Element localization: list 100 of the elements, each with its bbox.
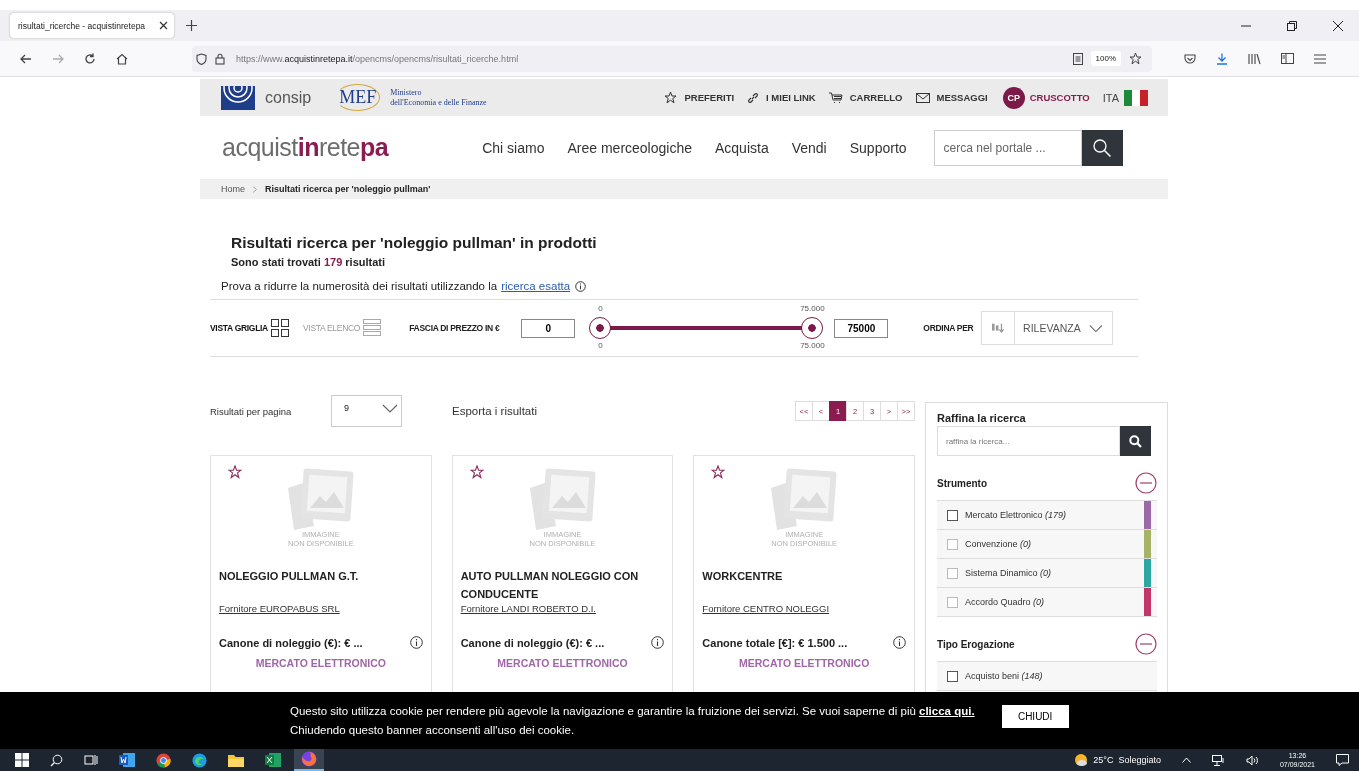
reader-view-icon[interactable]	[1072, 52, 1083, 65]
round-browser-icon[interactable]	[156, 752, 171, 768]
price-range-label: FASCIA DI PREZZO IN €	[409, 323, 500, 333]
language-selector[interactable]: ITA	[1102, 91, 1119, 104]
document-app-icon[interactable]	[119, 753, 135, 767]
exact-search-link[interactable]: ricerca esatta	[501, 280, 571, 292]
breadcrumb-link[interactable]: Risultati ricerca per 'noleggio pullman'	[265, 184, 431, 194]
fox-browser-icon	[301, 751, 317, 767]
nav-link[interactable]: Supporto	[849, 139, 907, 156]
results-per-page-dropdown[interactable]: 9	[331, 395, 402, 427]
close-icon[interactable]	[159, 21, 169, 30]
results-per-page-label: Risultati per pagina	[210, 405, 293, 417]
slider-label: 75.000	[800, 304, 825, 313]
menu-icon[interactable]	[1314, 53, 1326, 64]
header-link[interactable]: I MIEI LINK	[747, 91, 816, 104]
search-field[interactable]: cerca nel portale ...	[933, 129, 1082, 166]
nav-link[interactable]: Acquista	[715, 139, 769, 156]
filter-group-title: Tipo Erogazione	[937, 638, 1015, 650]
max-price-field[interactable]: 75000	[834, 318, 889, 338]
weather-text[interactable]: 25°C Soleggiato	[1093, 755, 1161, 765]
grid-icon	[270, 319, 289, 337]
header-link[interactable]: PREFERITI	[664, 91, 735, 104]
restore-icon[interactable]	[1287, 20, 1297, 31]
search-button[interactable]	[1081, 129, 1123, 166]
supplier-link[interactable]: Fornitore EUROPABUS SRL	[219, 603, 423, 614]
product-title[interactable]: NOLEGGIO PULLMAN G.T.	[219, 567, 423, 603]
close-banner-button[interactable]: CHIUDI	[1001, 705, 1069, 728]
chevron-up-icon[interactable]	[1181, 757, 1191, 763]
info-icon[interactable]	[893, 636, 906, 649]
bookmark-star-icon[interactable]	[1129, 52, 1142, 65]
checkbox[interactable]	[947, 509, 958, 521]
nav-link[interactable]: Vendi	[791, 139, 827, 156]
library-icon[interactable]	[1248, 52, 1261, 65]
separator-icon	[252, 185, 258, 193]
info-icon[interactable]	[651, 636, 665, 649]
filter-search-field[interactable]: raffina la ricerca...	[937, 426, 1120, 456]
info-icon[interactable]	[409, 636, 423, 649]
product-title[interactable]: WORKCENTRE	[702, 567, 906, 603]
notification-icon[interactable]	[1336, 754, 1349, 766]
sidebar-icon[interactable]	[1281, 53, 1294, 64]
export-results-link[interactable]: Esporta i risultati	[452, 405, 537, 417]
folder-icon[interactable]	[228, 753, 244, 767]
speaker-icon[interactable]	[1245, 754, 1259, 766]
favorite-star-icon[interactable]	[469, 465, 484, 479]
breadcrumb-link[interactable]: Home	[221, 184, 245, 194]
sort-label: ORDINA PER	[923, 323, 974, 333]
ministry-name: Ministero	[390, 87, 423, 98]
filter-option-label[interactable]: Mercato Elettronico (179)	[965, 510, 1137, 520]
header-link[interactable]: MESSAGGI	[915, 92, 988, 103]
browser-tab[interactable]: risultati_ricerche - acquistinretepa	[10, 13, 174, 38]
search-icon	[1092, 137, 1113, 158]
task-view-icon[interactable]	[84, 754, 98, 766]
collapse-icon[interactable]	[1135, 633, 1157, 655]
favorite-star-icon[interactable]	[228, 465, 242, 479]
supplier-link[interactable]: Fornitore CENTRO NOLEGGI	[702, 603, 906, 614]
download-icon[interactable]	[1216, 52, 1228, 65]
header-link[interactable]: CARRELLO	[828, 91, 903, 104]
more-info-link[interactable]: clicca qui.	[919, 704, 975, 717]
pocket-icon[interactable]	[1184, 52, 1196, 65]
windows-start-icon[interactable]	[15, 753, 29, 767]
list-icon	[363, 319, 382, 337]
new-tab-icon[interactable]	[186, 20, 197, 31]
favorite-star-icon[interactable]	[711, 465, 726, 479]
user-avatar[interactable]: CP	[1002, 86, 1025, 109]
slider-thumb[interactable]	[589, 317, 612, 339]
search-button[interactable]	[1120, 426, 1151, 456]
search-icon[interactable]	[50, 753, 63, 767]
product-title[interactable]: AUTO PULLMAN NOLEGGIO CON CONDUCENTE	[460, 567, 665, 603]
site-logo[interactable]: acquistinretepa	[222, 133, 389, 162]
reload-icon[interactable]	[84, 52, 96, 65]
wave-browser-icon[interactable]	[192, 752, 207, 768]
image-placeholder-icon	[527, 468, 598, 530]
back-arrow-icon[interactable]	[20, 52, 32, 65]
spreadsheet-app-icon[interactable]	[265, 753, 281, 767]
weather-sun-icon[interactable]	[1074, 753, 1089, 767]
price-text: Canone di noleggio (€): € ...	[460, 636, 605, 649]
cookie-notice-text: Questo sito utilizza cookie per rendere più agevole la navigazione e garantire la fruizione dei servizi. Se vuoi saperne di più clicca qui.	[290, 703, 975, 719]
home-icon[interactable]	[116, 52, 128, 65]
results-title: Risultati ricerca per 'noleggio pullman' in prodotti	[231, 234, 598, 252]
view-toggle[interactable]: VISTA GRIGLIA	[210, 319, 289, 337]
checkbox[interactable]	[947, 670, 958, 682]
zoom-level-button[interactable]: 100%	[1090, 51, 1121, 66]
tool-label: MERCATO ELETTRONICO	[738, 657, 871, 669]
filter-group-title: Strumento	[937, 477, 987, 489]
collapse-icon[interactable]	[1135, 472, 1157, 494]
nav-link[interactable]: Aree merceologiche	[567, 139, 692, 156]
sort-dropdown[interactable]: RILEVANZA	[981, 311, 1114, 345]
dashboard-link[interactable]: CRUSCOTTO	[1029, 92, 1090, 103]
running-app-button[interactable]	[294, 749, 324, 771]
network-icon[interactable]	[1211, 754, 1225, 766]
results-count-text: Sono stati trovati 179 risultati	[231, 256, 387, 268]
nav-link[interactable]: Chi siamo	[482, 139, 545, 156]
address-bar[interactable]: https://www.acquistinretepa.it/opencms/opencms/risultati_ricerche.html 100%	[192, 45, 1152, 72]
close-icon[interactable]	[1333, 20, 1343, 31]
supplier-link[interactable]: Fornitore LANDI ROBERTO D.I.	[460, 603, 665, 614]
min-price-field[interactable]: 0	[521, 318, 576, 338]
slider-thumb[interactable]	[801, 317, 824, 339]
flag-icon[interactable]	[1124, 89, 1148, 106]
hint-text: Prova a ridurre la numerosità dei risultati utilizzando la ricerca esatta	[221, 280, 1168, 292]
ministry-name: dell'Economia e delle Finanze	[390, 97, 487, 108]
